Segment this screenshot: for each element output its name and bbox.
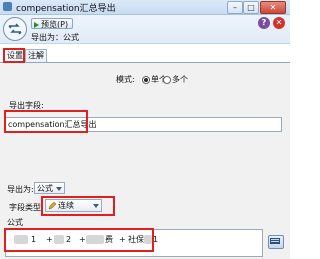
derive-field-label: 导出字段: [9,101,44,110]
derive-field-input[interactable]: compensation汇总导出 [5,117,282,132]
mode-multiple-radio[interactable]: 多个 [163,74,188,85]
redacted-token [86,235,104,244]
formula-label: 公式 [7,218,23,227]
chevron-down-icon [56,187,62,191]
field-type-select[interactable]: 连续 [45,199,102,212]
help-icon[interactable]: ? [258,17,270,29]
app-icon [3,2,12,11]
pencil-icon [48,201,56,209]
radio-on-icon [142,75,150,84]
tab-annotations[interactable]: 注解 [25,49,47,62]
radio-off-icon [163,75,171,84]
play-icon [34,21,39,28]
close-button[interactable]: ✕ [260,1,286,14]
derive-as-summary: 导出为：公式 [31,33,79,42]
expression-builder-button[interactable] [268,235,284,249]
settings-panel: 模式: 单个 多个 导出字段: compensation汇总导出 导出为: 公式… [0,63,290,259]
formula-token: 社保 [128,235,144,244]
formula-token: + [46,235,53,244]
redacted-token [14,235,28,244]
formula-token: + [119,235,126,244]
derive-node-icon [3,17,27,41]
formula-token: 1 [31,235,37,244]
derive-as-label: 导出为: [7,185,34,194]
formula-editor[interactable]: 1 + 2 + 费 + 社保 1 [5,229,263,257]
mode-label: 模式: [116,75,135,84]
node-header: 预览(P) 导出为：公式 ? ✕ [0,15,290,44]
minimize-button[interactable]: – [227,1,243,14]
tab-settings[interactable]: 设置 [4,49,26,63]
maximize-button[interactable]: □ [243,1,259,14]
chevron-down-icon [93,204,99,208]
preview-label: 预览(P) [41,20,69,29]
field-type-value: 连续 [58,201,74,210]
preview-button[interactable]: 预览(P) [31,18,73,29]
field-type-label: 字段类型: [9,203,44,212]
formula-token: 2 [66,235,72,244]
redacted-token [144,235,152,244]
formula-token: + [79,235,86,244]
title-bar: compensation汇总导出 – □ ✕ [0,0,290,15]
mode-multiple-label: 多个 [172,75,188,84]
formula-token: 1 [153,235,159,244]
expression-builder-icon [270,238,280,244]
redacted-token [54,235,64,244]
derive-as-value: 公式 [37,184,53,193]
formula-token: 费 [105,235,113,244]
tab-strip: 设置 注解 [0,44,290,63]
window-title: compensation汇总导出 [16,4,116,14]
derive-as-select[interactable]: 公式 [34,182,65,194]
close-icon[interactable]: ✕ [273,17,285,29]
